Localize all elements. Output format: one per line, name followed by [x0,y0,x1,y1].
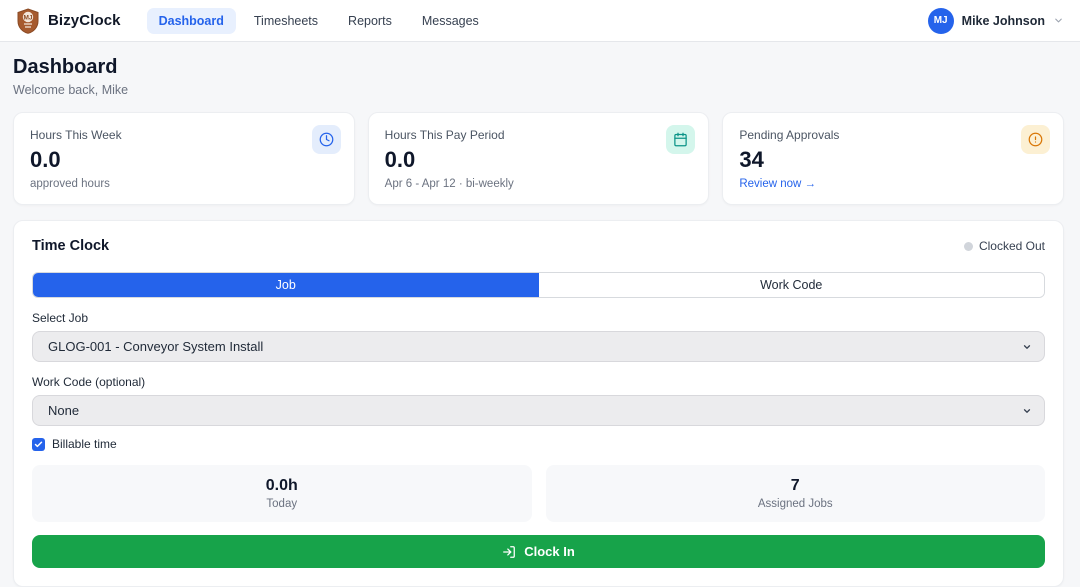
clock-in-label: Clock In [524,544,575,559]
job-select[interactable]: GLOG-001 - Conveyor System Install [32,331,1045,362]
stat-value: 34 [739,147,764,172]
select-job-label: Select Job [32,311,89,325]
page-content: Dashboard Welcome back, Mike Hours This … [0,42,1080,587]
calendar-icon [666,125,696,154]
page-subtitle: Welcome back, Mike [13,83,129,97]
brand[interactable]: MJ BizyClock [16,7,121,34]
summary-value: 7 [790,477,800,494]
summary-today: 0.0h Today [32,465,532,522]
stat-value: 0.0 [30,147,61,172]
user-name: Mike Johnson [961,13,1045,28]
clock-icon [311,125,341,154]
summary-label: Assigned Jobs [757,498,833,510]
tab-work-code[interactable]: Work Code [538,273,1044,297]
stat-subtext: Apr 6 - Apr 12 · bi-weekly [384,178,514,190]
time-clock-card: Time Clock Clocked Out Job Work Code Sel… [13,220,1064,587]
billable-time-checkbox-row[interactable]: Billable time [32,437,1045,451]
summary-value: 0.0h [265,477,298,494]
checkbox-checked-icon[interactable] [32,437,45,451]
chevron-down-icon [1022,406,1032,416]
summary-assigned-jobs: 7 Assigned Jobs [545,465,1045,522]
clock-summary: 0.0h Today 7 Assigned Jobs [32,465,1045,522]
work-code-label: Work Code (optional) [32,375,146,389]
avatar: MJ [927,7,954,34]
stat-card-pay-period: Hours This Pay Period 0.0 Apr 6 - Apr 12… [367,112,710,205]
work-code-select[interactable]: None [32,395,1045,426]
time-clock-title: Time Clock [32,238,110,254]
clock-in-button[interactable]: Clock In [32,535,1045,568]
review-now-link[interactable]: Review now → [739,178,816,190]
nav-item-messages[interactable]: Messages [410,8,491,34]
chevron-down-icon [1022,342,1032,352]
nav-item-dashboard[interactable]: Dashboard [146,7,236,34]
chevron-down-icon [1053,15,1064,26]
status-dot-icon [963,241,973,251]
job-select-value: GLOG-001 - Conveyor System Install [48,339,264,354]
tab-job[interactable]: Job [33,273,539,297]
user-menu[interactable]: MJ Mike Johnson [927,7,1064,34]
stat-label: Hours This Pay Period [384,128,505,142]
nav-item-reports[interactable]: Reports [336,8,404,34]
main-nav: Dashboard Timesheets Reports Messages [146,7,491,34]
stat-card-pending-approvals: Pending Approvals 34 Review now → [722,112,1065,205]
top-navigation-bar: MJ BizyClock Dashboard Timesheets Report… [0,0,1080,42]
summary-label: Today [266,498,298,510]
billable-time-label: Billable time [52,437,117,451]
bizyclock-logo-icon: MJ [16,7,40,34]
stat-value: 0.0 [384,147,416,172]
page-title: Dashboard [13,56,118,78]
svg-text:MJ: MJ [23,14,32,21]
log-in-icon [502,545,516,559]
stat-subtext: approved hours [30,178,110,190]
alert-circle-icon [1021,125,1051,154]
nav-item-timesheets[interactable]: Timesheets [242,8,330,34]
clock-status: Clocked Out [963,239,1045,253]
stat-label: Pending Approvals [739,128,840,142]
stats-row: Hours This Week 0.0 approved hours Hours… [13,112,1065,205]
stat-card-hours-week: Hours This Week 0.0 approved hours [13,112,355,205]
brand-name: BizyClock [48,12,121,29]
stat-label: Hours This Week [30,128,122,142]
clock-status-label: Clocked Out [978,239,1045,253]
work-code-select-value: None [48,403,80,418]
clock-mode-tabs: Job Work Code [32,272,1045,298]
